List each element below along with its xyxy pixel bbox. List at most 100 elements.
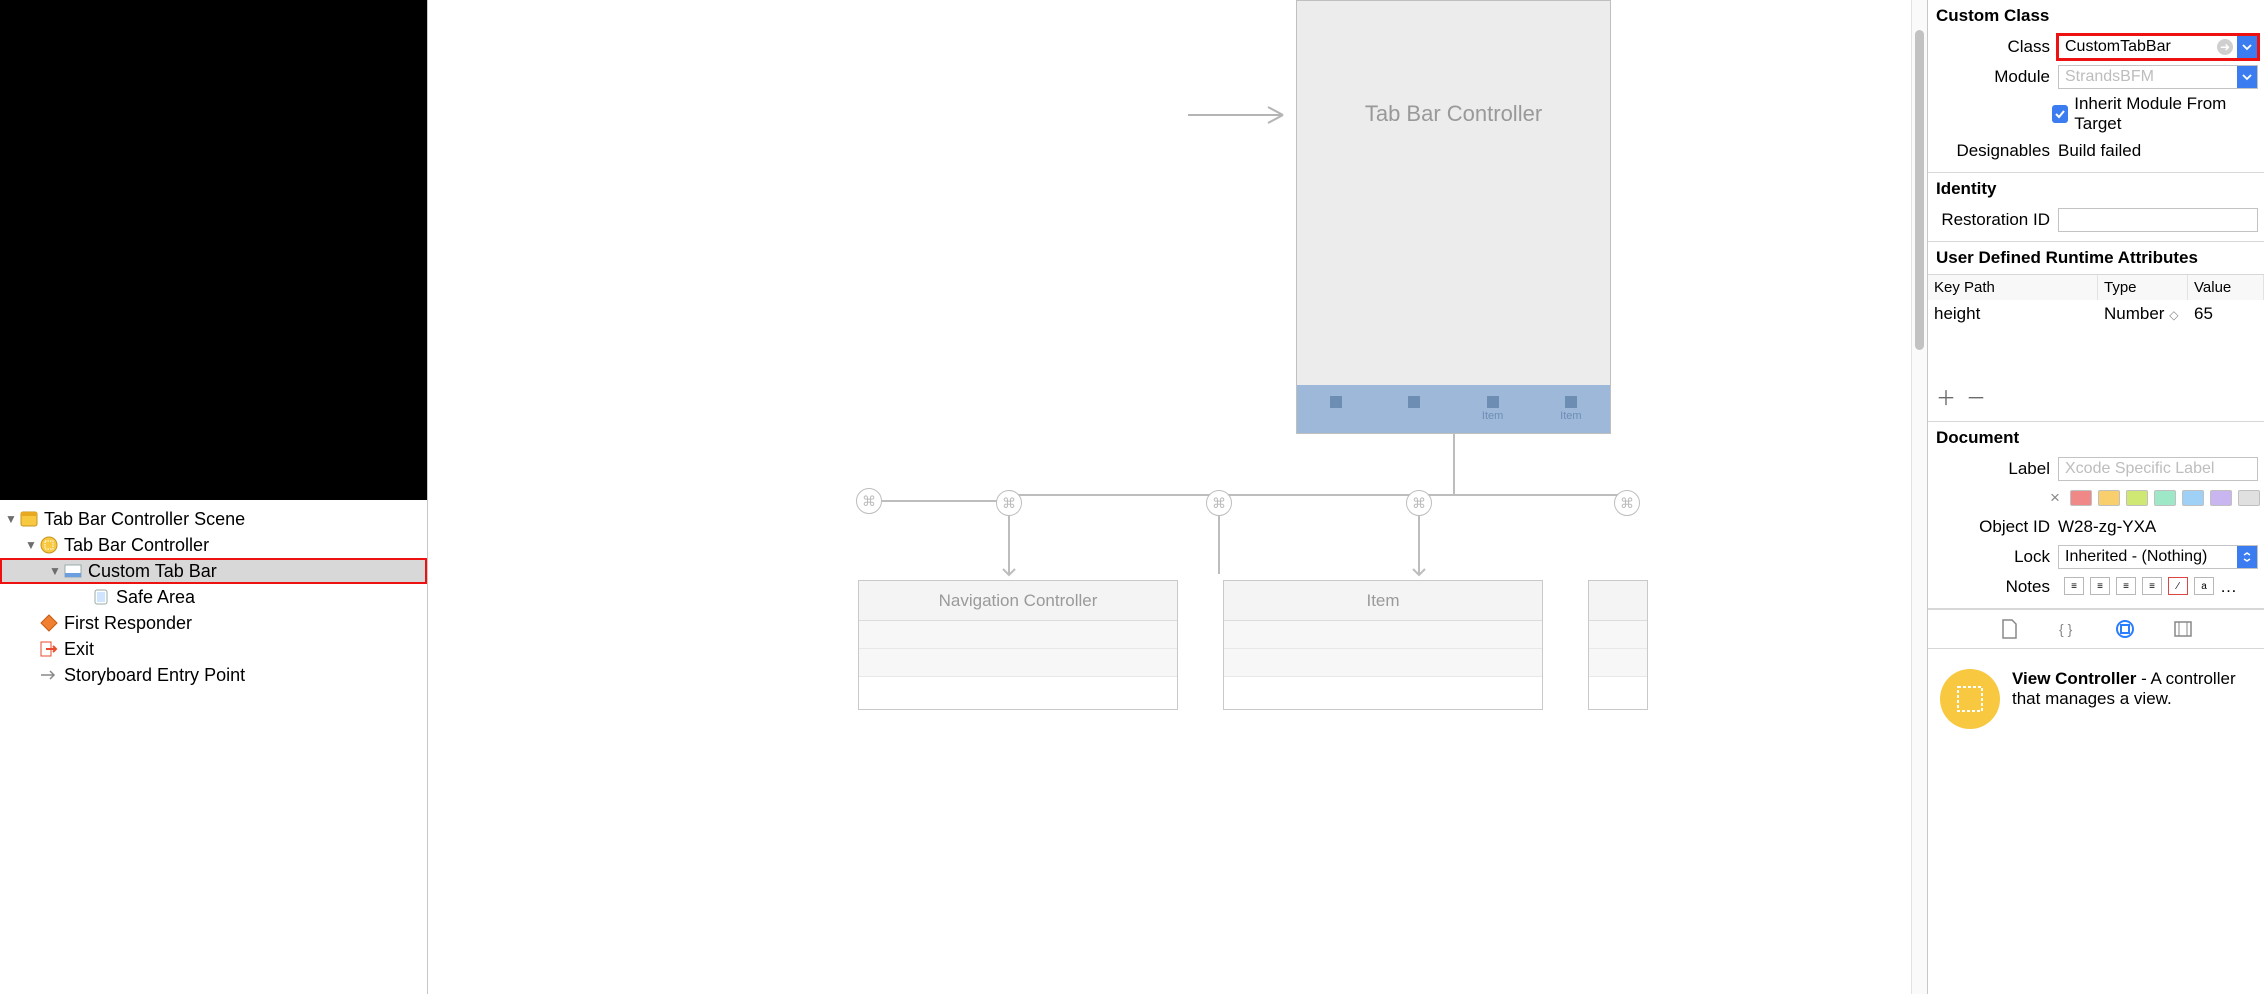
label-label: Label bbox=[1934, 459, 2050, 479]
swatch-yellow[interactable] bbox=[2098, 490, 2120, 506]
dropdown-icon[interactable] bbox=[2237, 36, 2257, 58]
child-scene-item[interactable]: Item bbox=[1223, 580, 1543, 710]
outline-safe-area[interactable]: Safe Area bbox=[0, 584, 427, 610]
font-icon[interactable]: a bbox=[2194, 577, 2214, 595]
swatch-green[interactable] bbox=[2126, 490, 2148, 506]
file-template-tab-icon[interactable] bbox=[1998, 618, 2020, 640]
library-tabs: { } bbox=[1928, 609, 2264, 649]
segue-badge-icon[interactable]: ⌘ bbox=[1206, 490, 1232, 516]
child-scene-navigation[interactable]: Navigation Controller bbox=[858, 580, 1178, 710]
tab-item[interactable]: Item bbox=[1454, 385, 1532, 433]
segue-badge-icon[interactable]: ⌘ bbox=[1406, 490, 1432, 516]
add-attr-button[interactable]: ＋ bbox=[1936, 382, 1956, 411]
class-field[interactable]: CustomTabBar ➜ bbox=[2058, 35, 2258, 59]
outline-entry-point[interactable]: ▼ Storyboard Entry Point bbox=[0, 662, 427, 688]
child-scene-title: Navigation Controller bbox=[859, 581, 1177, 621]
tab-item[interactable] bbox=[1297, 385, 1375, 433]
outline-scene[interactable]: ▼ Tab Bar Controller Scene bbox=[0, 506, 427, 532]
segue-badge-icon[interactable]: ⌘ bbox=[856, 488, 882, 514]
scene-title: Tab Bar Controller bbox=[1297, 101, 1610, 127]
module-field[interactable]: StrandsBFM bbox=[2058, 65, 2258, 89]
jump-to-class-icon[interactable]: ➜ bbox=[2217, 39, 2233, 55]
svg-text:{ }: { } bbox=[2059, 621, 2073, 637]
clear-color-icon[interactable]: × bbox=[2046, 488, 2064, 508]
document-outline: ▼ Tab Bar Controller Scene ▼ Tab Bar Con… bbox=[0, 0, 428, 994]
inherit-module-checkbox[interactable] bbox=[2052, 105, 2068, 123]
section-header: User Defined Runtime Attributes bbox=[1928, 242, 2264, 274]
child-scene-partial[interactable] bbox=[1588, 580, 1648, 710]
object-id-label: Object ID bbox=[1934, 517, 2050, 537]
arrow-down-icon bbox=[1000, 560, 1018, 578]
inherit-label: Inherit Module From Target bbox=[2074, 94, 2258, 134]
section-header: Custom Class bbox=[1928, 0, 2264, 32]
align-justify-icon[interactable]: ≡ bbox=[2142, 577, 2162, 595]
viewcontroller-icon bbox=[1940, 669, 2000, 729]
segue-badge-icon[interactable]: ⌘ bbox=[1614, 490, 1640, 516]
library-item-text: View Controller - A controller that mana… bbox=[2012, 669, 2252, 974]
section-header: Identity bbox=[1928, 173, 2264, 205]
object-library-tab-icon[interactable] bbox=[2114, 618, 2136, 640]
lock-label: Lock bbox=[1934, 547, 2050, 567]
section-runtime-attrs: User Defined Runtime Attributes Key Path… bbox=[1928, 242, 2264, 422]
col-keypath[interactable]: Key Path bbox=[1928, 275, 2098, 300]
runtime-type[interactable]: Number ◇ bbox=[2098, 300, 2188, 328]
disclosure-triangle-icon[interactable]: ▼ bbox=[24, 538, 38, 552]
segue-arrow-icon bbox=[1188, 100, 1298, 130]
lock-field[interactable]: Inherited - (Nothing) bbox=[2058, 545, 2258, 569]
strike-icon[interactable]: ∕ bbox=[2168, 577, 2188, 595]
outline-label: Tab Bar Controller Scene bbox=[44, 509, 245, 530]
restoration-id-field[interactable] bbox=[2058, 208, 2258, 232]
segue-badge-icon[interactable]: ⌘ bbox=[996, 490, 1022, 516]
disclosure-triangle-icon[interactable]: ▼ bbox=[4, 512, 18, 526]
swatch-purple[interactable] bbox=[2210, 490, 2232, 506]
swatch-red[interactable] bbox=[2070, 490, 2092, 506]
module-placeholder: StrandsBFM bbox=[2065, 68, 2154, 86]
outline-controller[interactable]: ▼ Tab Bar Controller bbox=[0, 532, 427, 558]
dropdown-icon[interactable] bbox=[2237, 66, 2257, 88]
align-right-icon[interactable]: ≡ bbox=[2116, 577, 2136, 595]
outline-label: Tab Bar Controller bbox=[64, 535, 209, 556]
section-custom-class: Custom Class Class CustomTabBar ➜ Module… bbox=[1928, 0, 2264, 173]
designables-value: Build failed bbox=[2058, 141, 2141, 161]
scrollbar-thumb[interactable] bbox=[1915, 30, 1924, 350]
segue-line bbox=[868, 500, 1010, 502]
outline-label: Safe Area bbox=[116, 587, 195, 608]
media-library-tab-icon[interactable] bbox=[2172, 618, 2194, 640]
tab-item[interactable] bbox=[1375, 385, 1453, 433]
label-color-swatches: × bbox=[1928, 484, 2264, 512]
swatch-gray[interactable] bbox=[2238, 490, 2260, 506]
label-field[interactable]: Xcode Specific Label bbox=[2058, 457, 2258, 481]
disclosure-triangle-icon[interactable]: ▼ bbox=[48, 564, 62, 578]
outline-label: Custom Tab Bar bbox=[88, 561, 217, 582]
align-center-icon[interactable]: ≡ bbox=[2090, 577, 2110, 595]
canvas-scrollbar[interactable] bbox=[1911, 0, 1927, 994]
viewcontroller-icon bbox=[38, 536, 60, 554]
col-value[interactable]: Value bbox=[2188, 275, 2264, 300]
tab-item[interactable]: Item bbox=[1532, 385, 1610, 433]
section-header: Document bbox=[1928, 422, 2264, 454]
swatch-blue[interactable] bbox=[2182, 490, 2204, 506]
col-type[interactable]: Type bbox=[2098, 275, 2188, 300]
notes-label: Notes bbox=[1934, 577, 2050, 597]
tab-bar[interactable]: Item Item bbox=[1297, 385, 1610, 433]
outline-custom-tab-bar[interactable]: ▼ Custom Tab Bar bbox=[0, 558, 427, 584]
storyboard-canvas[interactable]: Tab Bar Controller Item Item ⌘ ⌘ ⌘ ⌘ ⌘ N… bbox=[428, 0, 1927, 994]
remove-attr-button[interactable]: － bbox=[1966, 382, 1986, 411]
runtime-value[interactable]: 65 bbox=[2188, 300, 2264, 328]
first-responder-icon bbox=[38, 614, 60, 632]
runtime-key[interactable]: height bbox=[1928, 300, 2098, 328]
library-item[interactable]: View Controller - A controller that mana… bbox=[1928, 649, 2264, 994]
stepper-icon[interactable]: ◇ bbox=[2169, 308, 2178, 322]
runtime-row[interactable]: height Number ◇ 65 bbox=[1928, 300, 2264, 328]
align-left-icon[interactable]: ≡ bbox=[2064, 577, 2084, 595]
canvas-preview bbox=[0, 0, 427, 500]
phone-scene[interactable]: Tab Bar Controller Item Item bbox=[1296, 0, 1611, 434]
swatch-teal[interactable] bbox=[2154, 490, 2176, 506]
outline-exit[interactable]: ▼ Exit bbox=[0, 636, 427, 662]
arrow-down-icon bbox=[1410, 560, 1428, 578]
code-snippet-tab-icon[interactable]: { } bbox=[2056, 618, 2078, 640]
more-icon[interactable]: … bbox=[2220, 577, 2237, 597]
dropdown-icon[interactable] bbox=[2237, 546, 2257, 568]
section-document: Document Label Xcode Specific Label × Ob… bbox=[1928, 422, 2264, 609]
outline-first-responder[interactable]: ▼ First Responder bbox=[0, 610, 427, 636]
